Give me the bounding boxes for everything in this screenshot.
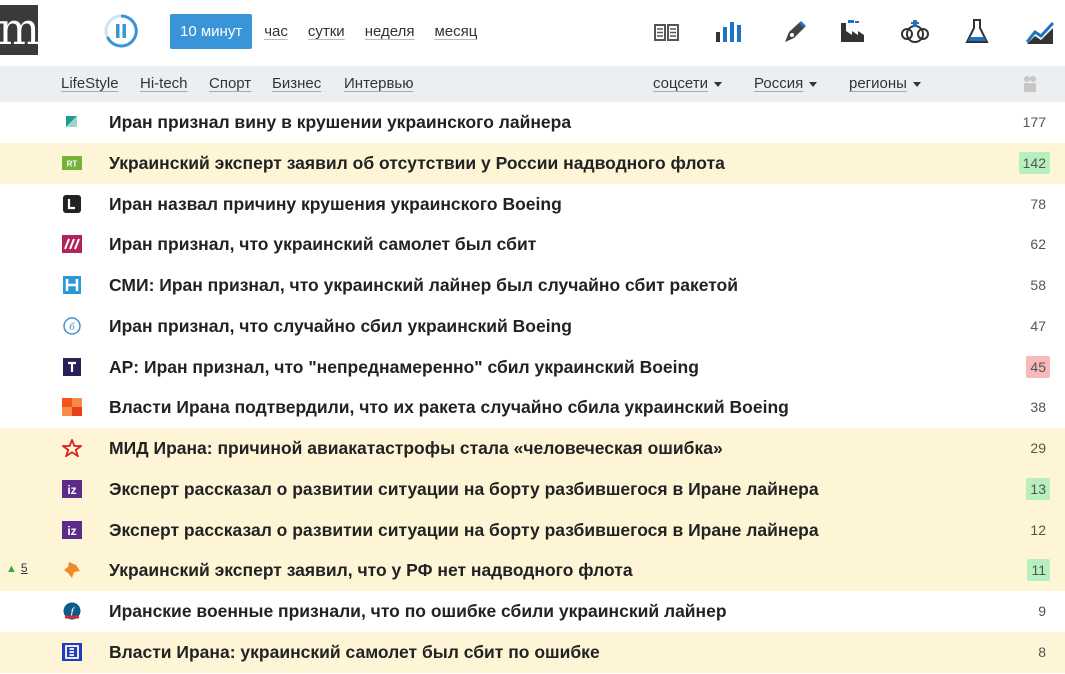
people-icon[interactable]: [1021, 75, 1039, 93]
circle-b-logo-icon[interactable]: б: [62, 317, 82, 335]
svg-text:б: б: [69, 321, 75, 333]
news-title[interactable]: Иран признал, что случайно сбил украинск…: [109, 316, 572, 337]
chevron-down-icon: [912, 81, 921, 87]
period-tab-10min[interactable]: 10 минут: [170, 14, 253, 49]
news-title[interactable]: МИД Ирана: причиной авиакатастрофы стала…: [109, 438, 723, 459]
citation-count: 45: [1026, 355, 1050, 378]
citation-count: 142: [1018, 151, 1050, 174]
news-list: Иран признал вину в крушении украинского…: [0, 102, 1065, 673]
news-row[interactable]: Власти Ирана: украинский самолет был сби…: [0, 631, 1065, 673]
sports-icon[interactable]: [900, 18, 930, 46]
citation-count: 8: [1038, 643, 1046, 660]
citation-count: 12: [1030, 521, 1046, 538]
news-title[interactable]: Власти Ирана подтвердили, что их ракета …: [109, 397, 789, 418]
news-title[interactable]: Украинский эксперт заявил, что у РФ нет …: [109, 560, 633, 581]
pen-icon[interactable]: [780, 18, 810, 46]
news-title[interactable]: Иранские военные признали, что по ошибке…: [109, 601, 727, 622]
h-logo-icon[interactable]: [62, 276, 82, 294]
svg-text:RT: RT: [67, 159, 78, 168]
news-row[interactable]: СМИ: Иран признал, что украинский лайнер…: [0, 265, 1065, 306]
period-tab-week[interactable]: неделя: [365, 23, 415, 40]
news-title[interactable]: AP: Иран признал, что "непреднамеренно" …: [109, 357, 699, 378]
news-title[interactable]: Иран назвал причину крушения украинского…: [109, 194, 562, 215]
bar-chart-icon[interactable]: [714, 18, 744, 46]
flask-icon[interactable]: [962, 18, 992, 46]
news-title[interactable]: СМИ: Иран признал, что украинский лайнер…: [109, 275, 738, 296]
news-row[interactable]: ▲ 5 Украинский эксперт заявил, что у РФ не…: [0, 550, 1065, 591]
arrow-up-icon: ▲: [6, 563, 17, 576]
citation-count: 11: [1027, 559, 1050, 582]
category-hitech[interactable]: Hi-tech: [140, 75, 188, 92]
citation-count: 9: [1038, 603, 1046, 619]
svg-text:iz: iz: [67, 524, 76, 538]
category-interview[interactable]: Интервью: [344, 75, 414, 92]
news-row[interactable]: Иран назвал причину крушения украинского…: [0, 184, 1065, 225]
svg-text:iz: iz: [67, 483, 76, 497]
trend-icon[interactable]: [1025, 18, 1055, 46]
news-row[interactable]: Власти Ирана подтвердили, что их ракета …: [0, 387, 1065, 428]
t-logo-icon[interactable]: [62, 357, 82, 376]
category-lifestyle[interactable]: LifeStyle: [61, 75, 119, 92]
iz-logo-icon[interactable]: iz: [62, 479, 82, 498]
site-logo[interactable]: m: [0, 5, 38, 55]
citation-count: 38: [1030, 399, 1046, 416]
citation-count: 177: [1022, 114, 1046, 130]
news-title[interactable]: Власти Ирана: украинский самолет был сби…: [109, 642, 600, 663]
news-row[interactable]: МИД Ирана: причиной авиакатастрофы стала…: [0, 428, 1065, 469]
dropdown-social[interactable]: соцсети: [653, 75, 723, 92]
rt-logo-icon[interactable]: RT: [62, 154, 82, 172]
squares-logo-icon[interactable]: [62, 398, 82, 417]
citation-count: 58: [1030, 277, 1046, 293]
dropdown-country[interactable]: Россия: [754, 75, 818, 92]
b-logo-icon[interactable]: [62, 642, 82, 661]
triangle-logo-icon[interactable]: [62, 113, 82, 131]
rank-change-value: 5: [20, 561, 28, 576]
columns-icon[interactable]: [652, 18, 682, 46]
chevron-down-icon: [809, 81, 818, 87]
pause-icon[interactable]: [104, 14, 138, 48]
f-logo-icon[interactable]: f: [62, 602, 82, 620]
category-sport[interactable]: Спорт: [209, 75, 251, 92]
news-row[interactable]: iz Эксперт рассказал о развитии ситуации …: [0, 509, 1065, 551]
news-row[interactable]: AP: Иран признал, что "непреднамеренно" …: [0, 347, 1065, 388]
factory-icon[interactable]: [838, 18, 868, 46]
news-title[interactable]: Эксперт рассказал о развитии ситуации на…: [109, 520, 819, 541]
category-business[interactable]: Бизнес: [272, 75, 321, 92]
iz-logo-icon[interactable]: iz: [62, 520, 82, 539]
news-row[interactable]: RT Украинский эксперт заявил об отсутстви…: [0, 142, 1065, 184]
news-title[interactable]: Эксперт рассказал о развитии ситуации на…: [109, 479, 819, 500]
news-row[interactable]: Иран признал вину в крушении украинского…: [0, 102, 1065, 143]
news-row[interactable]: iz Эксперт рассказал о развитии ситуации …: [0, 468, 1065, 510]
l-logo-icon[interactable]: [62, 194, 82, 213]
period-tab-month[interactable]: месяц: [434, 23, 477, 40]
citation-count: 13: [1026, 477, 1050, 500]
star-logo-icon[interactable]: [60, 437, 84, 459]
news-row[interactable]: f Иранские военные признали, что по ошибк…: [0, 591, 1065, 632]
news-title[interactable]: Иран признал, что украинский самолет был…: [109, 234, 536, 255]
period-tabs: 10 минут час сутки неделя месяц: [170, 14, 497, 49]
news-title[interactable]: Украинский эксперт заявил об отсутствии …: [109, 153, 725, 174]
citation-count: 29: [1030, 440, 1046, 456]
news-row[interactable]: Иран признал, что украинский самолет был…: [0, 224, 1065, 265]
period-tab-hour[interactable]: час: [264, 23, 288, 40]
top-bar: m 10 минут час сутки неделя месяц: [0, 0, 1065, 66]
dropdown-country-label: Россия: [754, 75, 804, 92]
dropdown-regions-label: регионы: [849, 75, 907, 92]
chevron-down-icon: [714, 81, 723, 87]
citation-count: 62: [1030, 236, 1046, 253]
citation-count: 47: [1030, 317, 1046, 334]
slash-logo-icon[interactable]: [62, 235, 82, 254]
category-bar: LifeStyle Hi-tech Спорт Бизнес Интервью …: [0, 66, 1065, 102]
news-title[interactable]: Иран признал вину в крушении украинского…: [109, 112, 571, 133]
dropdown-social-label: соцсети: [653, 75, 709, 92]
dropdown-regions[interactable]: регионы: [849, 75, 921, 92]
orange-logo-icon[interactable]: [62, 561, 82, 579]
news-row[interactable]: б Иран признал, что случайно сбил украинс…: [0, 306, 1065, 347]
period-tab-day[interactable]: сутки: [308, 23, 345, 40]
rank-change[interactable]: ▲ 5: [6, 561, 28, 575]
citation-count: 78: [1030, 195, 1046, 212]
